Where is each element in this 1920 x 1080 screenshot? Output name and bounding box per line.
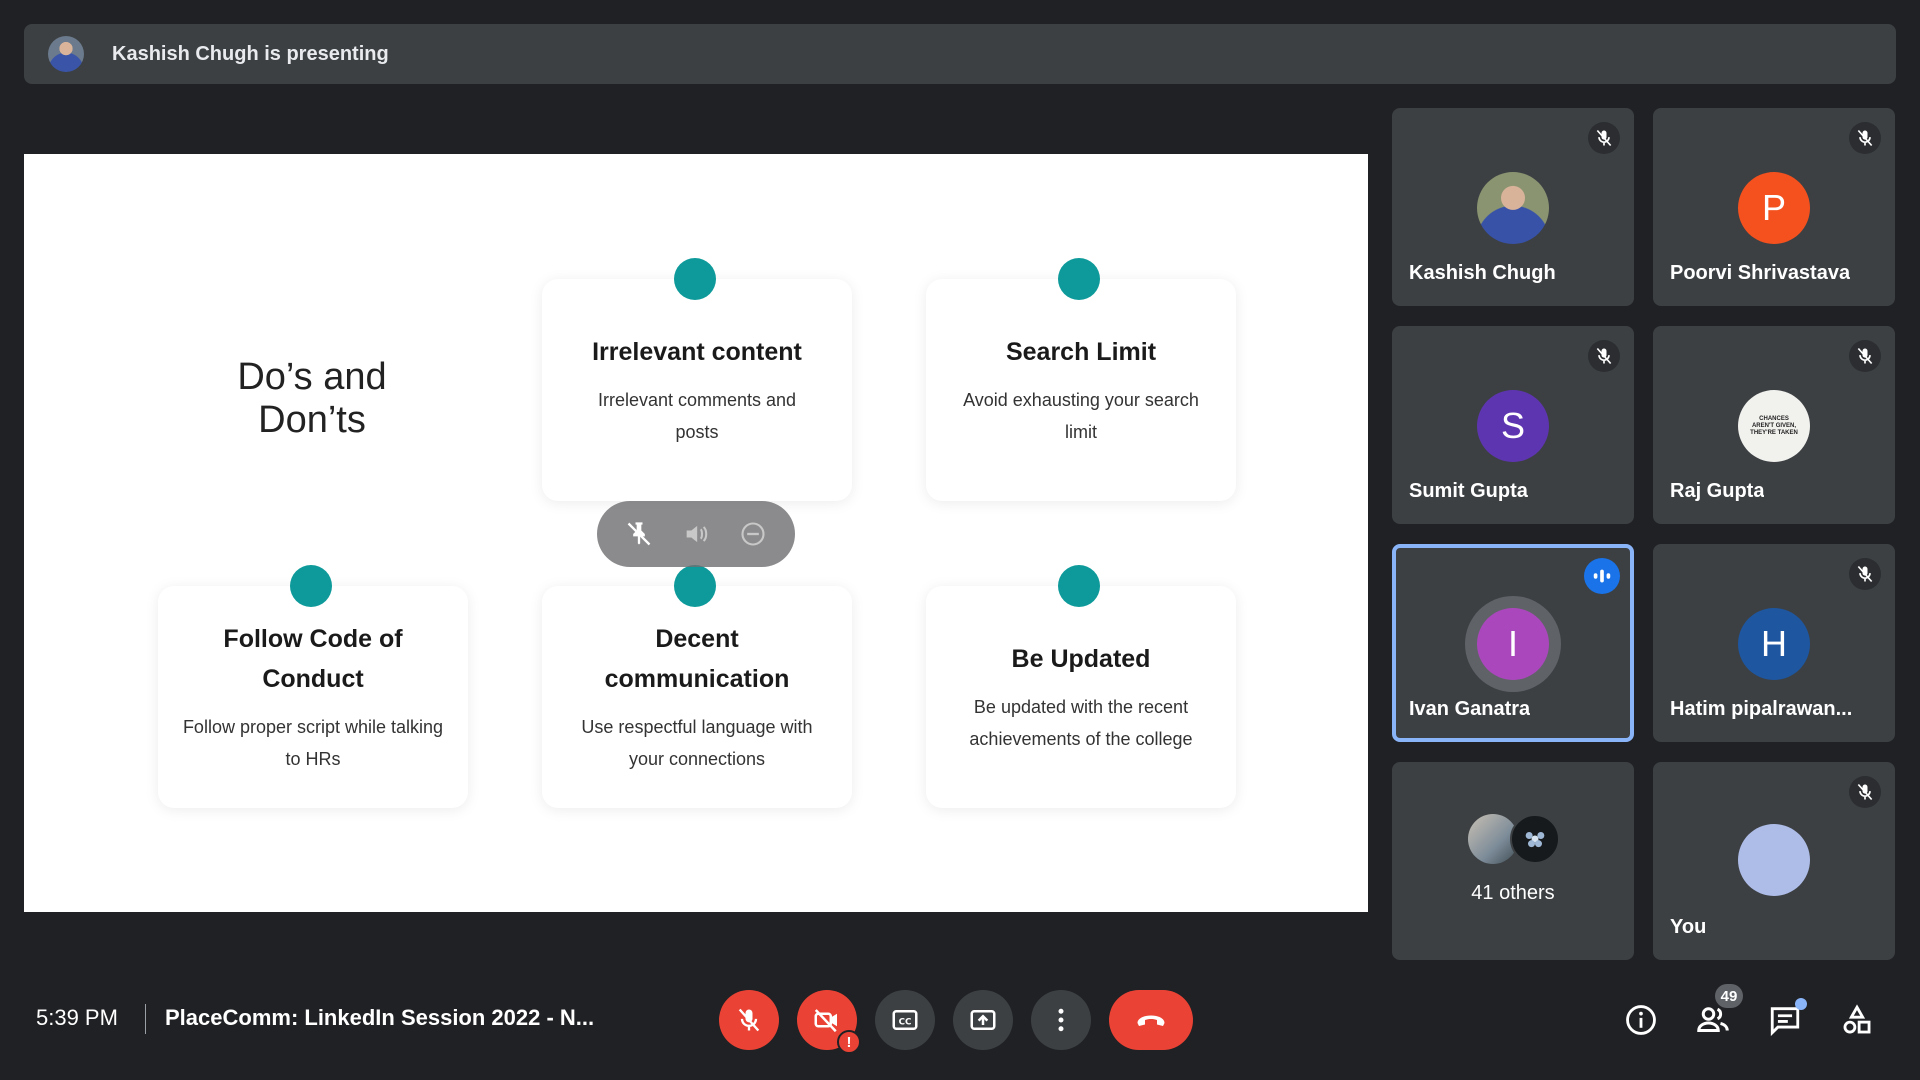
present-screen-icon — [968, 1005, 998, 1035]
chat-button[interactable] — [1765, 998, 1807, 1040]
mic-off-icon — [1849, 340, 1881, 372]
card-title: Irrelevant content — [592, 338, 802, 366]
teal-dot — [1058, 565, 1100, 607]
speaking-indicator-icon — [1584, 558, 1620, 594]
microphone-toggle-button[interactable] — [719, 990, 779, 1050]
presenter-avatar — [48, 36, 84, 72]
avatar: S — [1477, 390, 1549, 462]
activities-shapes-icon — [1840, 1003, 1874, 1037]
info-icon — [1624, 1003, 1658, 1037]
teal-dot — [1058, 258, 1100, 300]
slide-card: Decent communication Use respectful lang… — [542, 586, 852, 808]
participant-tile[interactable]: S Sumit Gupta — [1392, 326, 1634, 524]
participant-tile[interactable]: Kashish Chugh — [1392, 108, 1634, 306]
meeting-title: PlaceComm: LinkedIn Session 2022 - N... — [165, 1005, 595, 1030]
closed-captions-icon: CC — [890, 1005, 920, 1035]
participant-tile-speaking[interactable]: I Ivan Ganatra — [1392, 544, 1634, 742]
avatar — [1738, 824, 1810, 896]
clock: 5:39 PM — [36, 1005, 118, 1030]
participant-name: Poorvi Shrivastava — [1670, 262, 1851, 284]
slide-title: Do’s and Don’ts — [237, 356, 387, 441]
presenting-banner: Kashish Chugh is presenting — [24, 24, 1896, 84]
avatar — [1510, 814, 1560, 864]
slide-card: Search Limit Avoid exhausting your searc… — [926, 279, 1236, 501]
mic-off-icon — [1849, 776, 1881, 808]
card-title: Search Limit — [1005, 338, 1157, 366]
more-vert-icon — [1046, 1005, 1076, 1035]
mic-off-icon — [1849, 122, 1881, 154]
avatar: I — [1477, 608, 1549, 680]
divider — [145, 1004, 146, 1034]
people-count-badge: 49 — [1715, 984, 1743, 1008]
teal-dot — [674, 565, 716, 607]
others-count: 41 others — [1471, 882, 1555, 904]
participant-name: Kashish Chugh — [1409, 262, 1556, 284]
teal-dot — [674, 258, 716, 300]
avatar: P — [1738, 172, 1810, 244]
slide-card: Irrelevant content Irrelevant comments a… — [542, 279, 852, 501]
slide-card: Follow Code of Conduct Follow proper scr… — [158, 586, 468, 808]
svg-text:CC: CC — [899, 1017, 912, 1027]
camera-toggle-button[interactable]: ! — [797, 990, 861, 1054]
camera-alert-badge: ! — [837, 1030, 861, 1054]
mic-off-icon — [1588, 122, 1620, 154]
unread-dot — [1795, 998, 1807, 1010]
self-tile[interactable]: You — [1653, 762, 1895, 960]
others-tile[interactable]: 41 others — [1392, 762, 1634, 960]
card-desc: Be updated with the recent achievements … — [969, 697, 1193, 749]
volume-icon[interactable] — [679, 517, 713, 551]
card-desc: Irrelevant comments and posts — [597, 390, 797, 442]
unpin-icon[interactable] — [622, 517, 656, 551]
more-options-button[interactable] — [1031, 990, 1091, 1050]
activities-button[interactable] — [1837, 1000, 1877, 1040]
people-button[interactable]: 49 — [1693, 984, 1743, 1040]
others-avatars — [1468, 814, 1560, 864]
leave-call-button[interactable] — [1109, 990, 1193, 1050]
card-title: Decent communication — [604, 625, 790, 693]
participant-name: Sumit Gupta — [1409, 480, 1528, 502]
mic-off-icon — [735, 1006, 763, 1034]
card-title: Follow Code of Conduct — [223, 625, 403, 693]
card-desc: Follow proper script while talking to HR… — [182, 717, 444, 769]
card-desc: Use respectful language with your connec… — [581, 717, 813, 769]
card-title: Be Updated — [1011, 645, 1151, 673]
remove-icon[interactable] — [736, 517, 770, 551]
present-screen-button[interactable] — [953, 990, 1013, 1050]
meeting-details-button[interactable] — [1621, 1000, 1661, 1040]
teal-dot — [290, 565, 332, 607]
avatar: H — [1738, 608, 1810, 680]
camera-off-icon — [812, 1005, 842, 1035]
card-desc: Avoid exhausting your search limit — [963, 390, 1199, 442]
participant-name: Ivan Ganatra — [1409, 698, 1531, 720]
hang-up-icon — [1133, 1002, 1169, 1038]
participant-name: Hatim pipalrawan... — [1670, 698, 1853, 720]
tile-hover-controls — [597, 501, 795, 567]
participant-name: You — [1670, 916, 1707, 938]
slide-card: Be Updated Be updated with the recent ac… — [926, 586, 1236, 808]
mic-off-icon — [1849, 558, 1881, 590]
participant-tile[interactable]: CHANCES AREN'T GIVEN, THEY'RE TAKEN Raj … — [1653, 326, 1895, 524]
participant-name: Raj Gupta — [1670, 480, 1765, 502]
presenting-text: Kashish Chugh is presenting — [112, 42, 389, 65]
participant-tile[interactable]: P Poorvi Shrivastava — [1653, 108, 1895, 306]
avatar — [1477, 172, 1549, 244]
mic-off-icon — [1588, 340, 1620, 372]
participant-tile[interactable]: H Hatim pipalrawan... — [1653, 544, 1895, 742]
avatar: CHANCES AREN'T GIVEN, THEY'RE TAKEN — [1738, 390, 1810, 462]
captions-button[interactable]: CC — [875, 990, 935, 1050]
